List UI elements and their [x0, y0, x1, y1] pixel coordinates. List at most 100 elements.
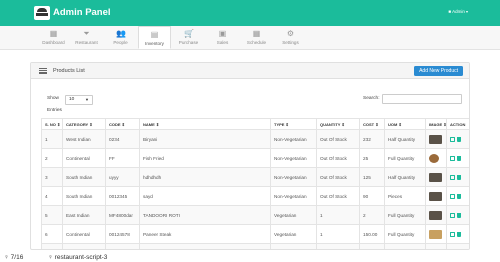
table-cell: Vegetarian — [270, 205, 317, 225]
edit-icon[interactable] — [450, 231, 455, 237]
trash-icon[interactable] — [457, 155, 461, 161]
gear-icon: ⚙ — [286, 29, 295, 38]
image-cell — [425, 148, 447, 168]
search-label: Search: — [363, 96, 380, 101]
calendar-icon: ▦ — [252, 29, 261, 38]
caption-right: ♀ restaurant-script-3 — [48, 254, 108, 261]
bottom-caption: ♀ 7/16 ♀ restaurant-script-3 — [0, 254, 500, 262]
table-row: 5 East Indian MF4800dar TANDOORI ROTI Vegeta… — [41, 205, 469, 225]
column-header[interactable]: S. NO ⇕ — [41, 118, 63, 130]
edit-icon[interactable] — [450, 155, 455, 161]
column-header: ACTION — [446, 118, 469, 130]
table-cell: TANDOORI ROTI — [139, 205, 271, 225]
table-cell: Non-Vegetarian — [270, 186, 317, 206]
column-header[interactable]: COST ⇕ — [359, 118, 385, 130]
table-cell: West Indian — [62, 129, 106, 149]
nav-dashboard[interactable]: ▦ Dashboard — [37, 26, 70, 49]
column-header[interactable]: NAME ⇕ — [139, 118, 271, 130]
column-header[interactable]: CODE ⇕ — [105, 118, 140, 130]
table-cell: 90 — [359, 186, 385, 206]
nav-inventory[interactable]: ▤ Inventory — [138, 26, 171, 49]
show-label: Show — [47, 96, 59, 101]
table-cell: Out Of Stock — [316, 167, 360, 187]
page-size-select[interactable]: 10 ▼ — [65, 95, 93, 105]
table-cell: uyyy — [105, 167, 140, 187]
table-cell: 5 — [41, 205, 63, 225]
nav-sales[interactable]: ▣ Sales — [206, 26, 239, 49]
table-cell: 150.00 — [359, 224, 385, 244]
trash-icon[interactable] — [457, 212, 461, 218]
panel-header: Products List Add New Product — [31, 63, 469, 79]
table-cell: 6 — [41, 224, 63, 244]
entries-label: Entries — [47, 108, 62, 113]
column-header[interactable]: CATEGORY ⇕ — [62, 118, 106, 130]
action-cell — [446, 205, 469, 225]
table-cell: Biryani — [139, 129, 271, 149]
image-cell — [425, 224, 447, 244]
nav-people[interactable]: 👥 People — [104, 26, 137, 49]
table-cell: Full Quantity — [384, 148, 426, 168]
table-cell: 4 — [41, 186, 63, 206]
table-cell: FF — [105, 148, 140, 168]
trash-icon[interactable] — [457, 174, 461, 180]
dashboard-icon: ▦ — [49, 29, 58, 38]
product-thumbnail — [429, 210, 442, 220]
table-cell: Half Quantity — [384, 243, 426, 249]
panel-title: Products List — [53, 68, 85, 74]
chevron-down-icon: ▼ — [85, 97, 89, 102]
search-input[interactable] — [382, 94, 462, 104]
edit-icon[interactable] — [450, 193, 455, 199]
products-table: S. NO ⇕ CATEGORY ⇕ CODE ⇕ NAME ⇕ TYPE ⇕ … — [41, 118, 469, 249]
edit-icon[interactable] — [450, 212, 455, 218]
table-cell: 1023564 — [105, 243, 140, 249]
column-header[interactable]: TYPE ⇕ — [270, 118, 317, 130]
table-cell: Out Of Stock — [316, 148, 360, 168]
trash-icon[interactable] — [457, 193, 461, 199]
table-cell: Out Of Stock — [316, 186, 360, 206]
table-cell: South Indian — [62, 186, 106, 206]
table-cell: sayd — [139, 186, 271, 206]
sales-icon: ▣ — [218, 29, 227, 38]
column-header[interactable]: IMAGE ⇕ — [425, 118, 447, 130]
table-cell: Baked Spinach with Mushroom and Cheese S… — [139, 243, 271, 249]
product-thumbnail — [429, 229, 442, 239]
trash-icon[interactable] — [457, 231, 461, 237]
table-cell: Vegetarian — [270, 224, 317, 244]
table-cell: Half Quantity — [384, 129, 426, 149]
table-cell: Non-Vegetarian — [270, 243, 317, 249]
product-thumbnail — [429, 172, 442, 182]
image-cell — [425, 205, 447, 225]
column-header[interactable]: QUANTITY ⇕ — [316, 118, 360, 130]
table-row: 3 South Indian uyyy hdhdhdh Non-Vegetarian Ou… — [41, 167, 469, 187]
add-new-product-button[interactable]: Add New Product — [414, 66, 463, 76]
table-row: 2 Continental FF Fish Fried Non-Vegetarian Ou… — [41, 148, 469, 168]
edit-icon[interactable] — [450, 136, 455, 142]
table-cell: 0012345 — [105, 186, 140, 206]
admin-user-menu[interactable]: ■ Admin ▾ — [448, 9, 468, 14]
trash-icon[interactable] — [457, 136, 461, 142]
table-cell: Non-Vegetarian — [270, 148, 317, 168]
nav-restaurant[interactable]: ⏷ Restaurant — [70, 26, 103, 49]
action-cell — [446, 148, 469, 168]
action-cell — [446, 129, 469, 149]
table-cell: Continental — [62, 148, 106, 168]
table-cell: Non-Vegetarian — [270, 167, 317, 187]
inventory-icon: ▤ — [150, 30, 159, 39]
table-cell: 232 — [359, 129, 385, 149]
column-header[interactable]: UOM ⇕ — [384, 118, 426, 130]
nav-settings[interactable]: ⚙ Settings — [274, 26, 307, 49]
edit-icon[interactable] — [450, 174, 455, 180]
table-cell: 25 — [359, 148, 385, 168]
table-cell: hdhdhdh — [139, 167, 271, 187]
product-thumbnail — [429, 134, 442, 144]
people-icon: 👥 — [116, 29, 126, 38]
nav-purchase[interactable]: 🛒 Purchase — [172, 26, 205, 49]
product-thumbnail — [429, 191, 442, 201]
table-cell: MF4800dar — [105, 205, 140, 225]
table-row: 4 South Indian 0012345 sayd Non-Vegetarian Ou… — [41, 186, 469, 206]
table-cell: 25 — [316, 243, 360, 249]
table-cell: 0234 — [105, 129, 140, 149]
action-cell — [446, 243, 469, 249]
nav-schedule[interactable]: ▦ Schedule — [240, 26, 273, 49]
table-header-row: S. NO ⇕ CATEGORY ⇕ CODE ⇕ NAME ⇕ TYPE ⇕ … — [41, 118, 469, 130]
